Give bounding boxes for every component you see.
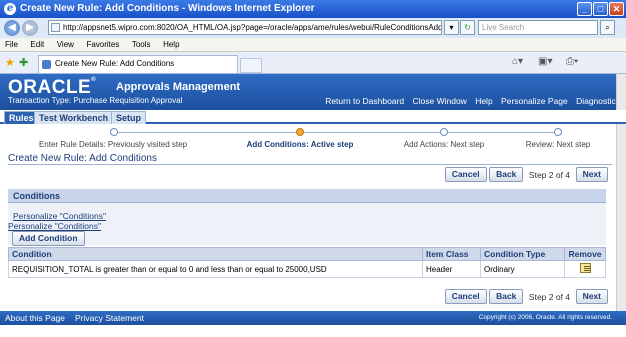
back-button[interactable]: Back <box>489 167 524 182</box>
column-header-condition-type: Condition Type <box>480 247 565 261</box>
window-title: Create New Rule: Add Conditions - Window… <box>20 3 315 14</box>
step-indicator-bottom: Step 2 of 4 <box>528 291 571 302</box>
page-icon <box>51 23 60 32</box>
return-to-dashboard-link[interactable]: Return to Dashboard <box>325 96 404 106</box>
train-line <box>114 132 560 133</box>
condition-type-cell: Ordinary <box>480 260 565 278</box>
privacy-statement-link[interactable]: Privacy Statement <box>75 313 144 323</box>
cancel-button[interactable]: Cancel <box>444 167 487 182</box>
address-bar-row: ◀ ▶ http://appsnet5.wipro.com:8020/OA_HT… <box>0 18 626 38</box>
help-link[interactable]: Help <box>475 96 492 106</box>
feeds-icon[interactable]: ▣▾ <box>538 56 552 67</box>
top-navigation: Cancel Back Step 2 of 4 Next <box>444 167 608 183</box>
menu-bar: File Edit View Favorites Tools Help <box>0 38 626 52</box>
home-icon[interactable]: ⌂▾ <box>512 56 523 67</box>
copyright-text: Copyright (c) 2006, Oracle. All rights r… <box>478 314 612 321</box>
refresh-icon[interactable]: ↻ <box>460 20 475 35</box>
close-window-button[interactable]: ✕ <box>609 2 624 16</box>
tab-setup[interactable]: Setup <box>111 111 147 124</box>
remove-cell <box>564 260 606 278</box>
global-links: Return to Dashboard Close Window Help Pe… <box>319 96 620 106</box>
personalize-page-link[interactable]: Personalize Page <box>501 96 568 106</box>
search-icon[interactable]: ⌕ <box>600 20 615 35</box>
back-arrow-icon[interactable]: ◀ <box>4 20 20 36</box>
address-input[interactable]: http://appsnet5.wipro.com:8020/OA_HTML/O… <box>48 20 442 35</box>
transaction-type: Transaction Type: Purchase Requisition A… <box>8 96 183 105</box>
live-search-input[interactable]: Live Search <box>478 20 598 35</box>
conditions-table: Condition Item Class Condition Type Remo… <box>8 247 606 278</box>
forward-arrow-icon[interactable]: ▶ <box>22 20 38 36</box>
ie-logo-icon: e <box>4 3 16 15</box>
menu-view[interactable]: View <box>52 38 79 49</box>
minimize-button[interactable]: _ <box>577 2 592 16</box>
app-tabs: Rules Test Workbench Setup <box>0 110 626 124</box>
add-condition-button[interactable]: Add Condition <box>12 231 85 246</box>
about-this-page-link[interactable]: About this Page <box>5 313 65 323</box>
window-titlebar: e Create New Rule: Add Conditions - Wind… <box>0 0 626 18</box>
tab-page-icon <box>42 60 51 69</box>
print-icon[interactable]: ⎙▾ <box>566 56 578 67</box>
next-button[interactable]: Next <box>575 167 608 182</box>
column-header-condition: Condition <box>8 247 423 261</box>
train-step-1-label[interactable]: Enter Rule Details: Previously visited s… <box>39 140 187 149</box>
browser-tab-title: Create New Rule: Add Conditions <box>55 59 175 68</box>
train-step-2-label: Add Conditions: Active step <box>246 140 354 149</box>
menu-help[interactable]: Help <box>158 38 184 49</box>
browser-tab[interactable]: Create New Rule: Add Conditions <box>38 55 238 73</box>
next-button-bottom[interactable]: Next <box>575 289 608 304</box>
item-class-cell: Header <box>422 260 481 278</box>
diagnostics-link[interactable]: Diagnostics <box>576 96 620 106</box>
condition-cell: REQUISITION_TOTAL is greater than or equ… <box>8 260 423 278</box>
bottom-navigation: Cancel Back Step 2 of 4 Next <box>444 289 608 305</box>
step-indicator: Step 2 of 4 <box>528 169 571 180</box>
menu-file[interactable]: File <box>0 38 23 49</box>
tab-test-workbench[interactable]: Test Workbench <box>34 111 114 124</box>
train-step-4-marker <box>554 128 562 136</box>
train-step-2-marker <box>296 128 304 136</box>
personalize-conditions-table-link[interactable]: Personalize "Conditions" <box>8 221 101 231</box>
train-step-3-label: Add Actions: Next step <box>403 140 485 149</box>
favorites-star-icon[interactable]: ★ <box>5 56 15 69</box>
train-step-1-marker[interactable] <box>110 128 118 136</box>
maximize-button[interactable]: □ <box>593 2 608 16</box>
browser-tab-row: ★ ✚ Create New Rule: Add Conditions ⌂▾ ▣… <box>0 52 626 74</box>
application-name: Approvals Management <box>116 81 241 93</box>
add-favorite-icon[interactable]: ✚ <box>19 56 28 69</box>
new-tab-button[interactable] <box>240 58 262 73</box>
conditions-header: Conditions <box>8 189 606 203</box>
address-dropdown-button[interactable]: ▾ <box>444 20 459 35</box>
cancel-button-bottom[interactable]: Cancel <box>444 289 487 304</box>
column-header-item-class: Item Class <box>422 247 481 261</box>
title-divider <box>8 164 612 165</box>
train-step-4-label: Review: Next step <box>525 140 591 149</box>
column-header-remove: Remove <box>564 247 606 261</box>
address-url: http://appsnet5.wipro.com:8020/OA_HTML/O… <box>63 23 441 32</box>
remove-icon[interactable] <box>579 263 591 273</box>
personalize-conditions-link[interactable]: Personalize "Conditions" <box>13 211 106 221</box>
process-train: Enter Rule Details: Previously visited s… <box>0 126 626 152</box>
back-button-bottom[interactable]: Back <box>489 289 524 304</box>
close-window-link[interactable]: Close Window <box>412 96 466 106</box>
menu-favorites[interactable]: Favorites <box>81 38 124 49</box>
train-step-3-marker <box>440 128 448 136</box>
menu-tools[interactable]: Tools <box>127 38 156 49</box>
page-footer: About this Page Privacy Statement Copyri… <box>0 311 626 325</box>
menu-edit[interactable]: Edit <box>25 38 49 49</box>
table-row: REQUISITION_TOTAL is greater than or equ… <box>8 260 606 278</box>
page-title: Create New Rule: Add Conditions <box>8 153 157 164</box>
oracle-header: ORACLE® Approvals Management Transaction… <box>0 74 626 110</box>
